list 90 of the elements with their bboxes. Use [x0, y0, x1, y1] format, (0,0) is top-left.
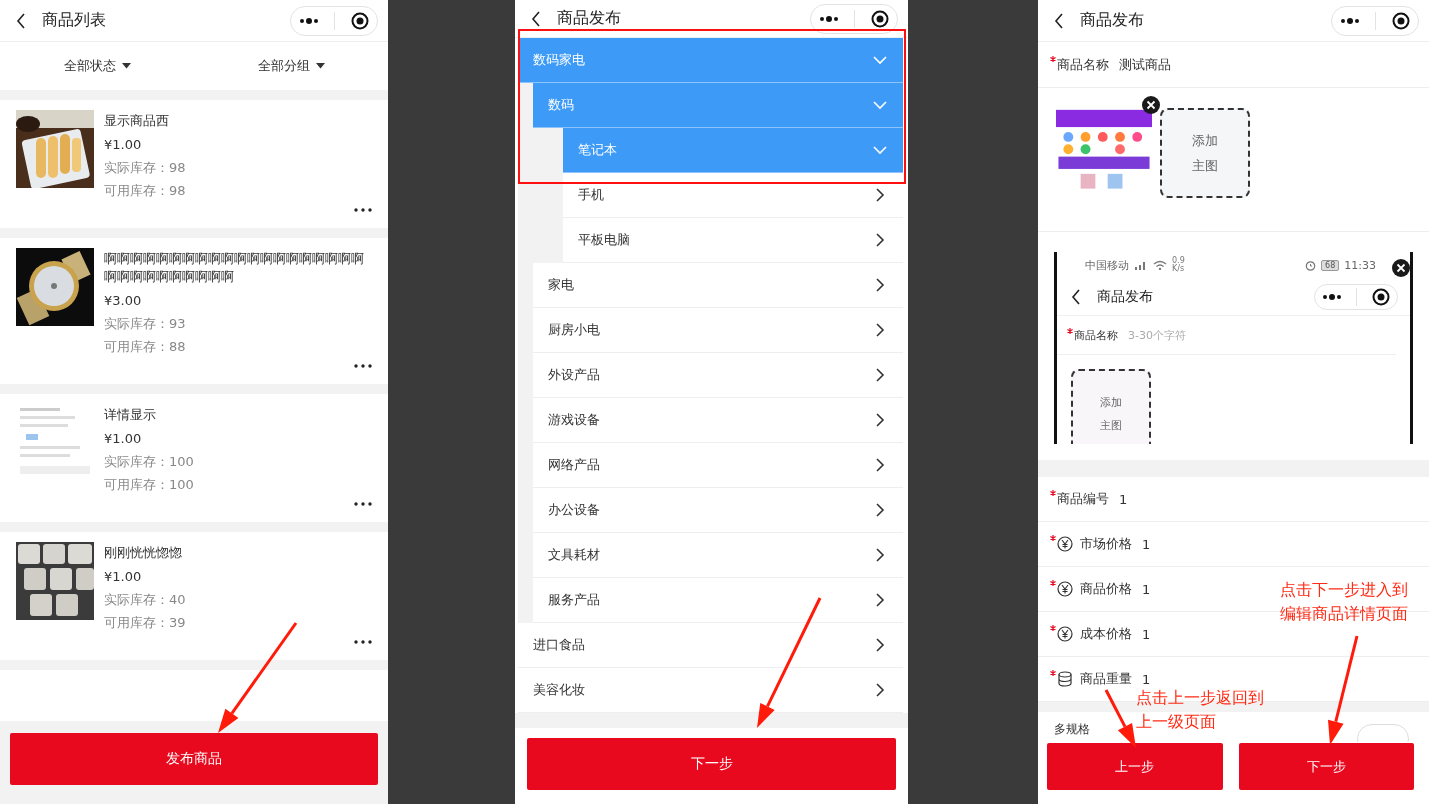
available-stock: 可用库存：98 — [104, 182, 186, 200]
field-value[interactable]: 1 — [1142, 536, 1151, 552]
product-name: 刚刚恍恍惚惚 — [104, 544, 183, 562]
product-name: 啊啊啊啊啊啊啊啊啊啊啊啊啊啊啊啊啊啊啊啊啊啊啊啊啊啊啊啊啊啊 — [104, 250, 365, 286]
alarm-icon — [1305, 259, 1317, 271]
product-price: ¥1.00 — [104, 430, 143, 448]
category-row[interactable]: 家电 — [533, 263, 903, 308]
available-stock: 可用库存：88 — [104, 338, 187, 356]
field-value[interactable]: 1 — [1142, 581, 1151, 597]
arrow — [1104, 689, 1136, 748]
page-title: 商品列表 — [42, 10, 106, 31]
page-title: 商品发布 — [1080, 10, 1144, 31]
signal-icon — [1134, 260, 1148, 270]
target-icon[interactable] — [1392, 11, 1411, 30]
yen-icon — [1057, 626, 1073, 642]
product-name: 显示商品西 — [104, 112, 170, 130]
wifi-icon — [1153, 260, 1167, 270]
available-stock: 可用库存：100 — [104, 476, 194, 494]
category-row[interactable]: 手机 — [563, 173, 903, 218]
category-row[interactable]: 文具耗材 — [533, 533, 903, 578]
yen-icon — [1057, 536, 1073, 552]
step-button[interactable]: 下一步 — [1238, 743, 1414, 790]
category-row[interactable]: 游戏设备 — [533, 398, 903, 443]
field-label: 成本价格 — [1080, 625, 1132, 643]
filter-dropdown[interactable]: 全部状态 — [0, 42, 194, 90]
step-button[interactable]: 上一步 — [1047, 743, 1223, 790]
field-value[interactable]: 1 — [1119, 491, 1128, 507]
field-label: 市场价格 — [1080, 535, 1132, 553]
annotation-text: 点击上一步返回到上一级页面 — [1136, 687, 1265, 733]
database-icon — [1057, 671, 1073, 687]
category-row[interactable]: 厨房小电 — [533, 308, 903, 353]
category-row[interactable]: 平板电脑 — [563, 218, 903, 263]
more-icon[interactable] — [1322, 293, 1343, 300]
target-icon[interactable] — [351, 11, 370, 30]
target-icon[interactable] — [1371, 287, 1390, 306]
close-icon[interactable] — [1392, 259, 1410, 277]
page-title: 商品发布 — [557, 8, 621, 29]
category-row[interactable]: 办公设备 — [533, 488, 903, 533]
back-icon[interactable] — [1071, 288, 1081, 305]
carrier-name: 中国移动 — [1085, 257, 1129, 273]
more-icon[interactable] — [354, 208, 372, 212]
next-button[interactable]: 下一步 — [527, 738, 896, 790]
yen-icon — [1057, 581, 1073, 597]
actual-stock: 实际库存：98 — [104, 159, 186, 177]
product-card[interactable]: 啊啊啊啊啊啊啊啊啊啊啊啊啊啊啊啊啊啊啊啊啊啊啊啊啊啊啊啊啊啊 ¥3.00 实际库存：93 可用库存：88 — [0, 238, 388, 384]
field-label: 商品重量 — [1080, 670, 1132, 688]
network-speed: 0.9 K/s — [1172, 257, 1185, 273]
field-label: 商品名称 — [1074, 327, 1118, 343]
product-price: ¥3.00 — [104, 292, 143, 310]
category-row[interactable]: 网络产品 — [533, 443, 903, 488]
annotation-text: 点击下一步进入到编辑商品详情页面 — [1280, 579, 1409, 625]
actual-stock: 实际库存：100 — [104, 453, 194, 471]
field-label: 商品名称 — [1057, 55, 1109, 74]
product-card[interactable]: 显示商品西 ¥1.00 实际库存：98 可用库存：98 — [0, 100, 388, 228]
product-card[interactable]: 刚刚恍恍惚惚 ¥1.00 实际库存：40 可用库存：39 — [0, 532, 388, 660]
product-price: ¥1.00 — [104, 568, 143, 586]
back-icon[interactable] — [1054, 12, 1064, 29]
product-name: 详情显示 — [104, 406, 157, 424]
more-icon[interactable] — [298, 17, 319, 24]
battery-indicator: 68 — [1321, 259, 1340, 271]
back-icon[interactable] — [531, 10, 541, 27]
more-icon[interactable] — [354, 502, 372, 506]
field-label: 商品价格 — [1080, 580, 1132, 598]
more-icon[interactable] — [354, 364, 372, 368]
actual-stock: 实际库存：40 — [104, 591, 186, 609]
actual-stock: 实际库存：93 — [104, 315, 187, 333]
field-label: 多规格 — [1054, 721, 1090, 738]
category-row[interactable]: 服务产品 — [533, 578, 903, 623]
caret-down-icon — [121, 63, 131, 69]
status-time: 11:33 — [1344, 258, 1376, 272]
field-value[interactable]: 测试商品 — [1119, 55, 1171, 74]
filter-dropdown[interactable]: 全部分组 — [194, 42, 388, 90]
more-icon[interactable] — [354, 640, 372, 644]
add-image-button[interactable]: 添加主图 — [1160, 108, 1250, 198]
available-stock: 可用库存：39 — [104, 614, 186, 632]
page-title: 商品发布 — [1097, 287, 1153, 306]
publish-button[interactable]: 发布商品 — [10, 733, 378, 785]
target-icon[interactable] — [871, 9, 890, 28]
field-label: 商品编号 — [1057, 490, 1109, 508]
category-row[interactable]: 外设产品 — [533, 353, 903, 398]
add-image-button[interactable]: 添加主图 — [1071, 369, 1151, 444]
back-icon[interactable] — [16, 12, 26, 29]
caret-down-icon — [315, 63, 325, 69]
field-value[interactable]: 1 — [1142, 671, 1151, 687]
product-price: ¥1.00 — [104, 136, 143, 154]
more-icon[interactable] — [1339, 17, 1360, 24]
more-icon[interactable] — [818, 15, 839, 22]
product-card[interactable]: 详情显示 ¥1.00 实际库存：100 可用库存：100 — [0, 394, 388, 522]
field-value[interactable]: 1 — [1142, 626, 1151, 642]
close-icon[interactable] — [1142, 96, 1160, 114]
